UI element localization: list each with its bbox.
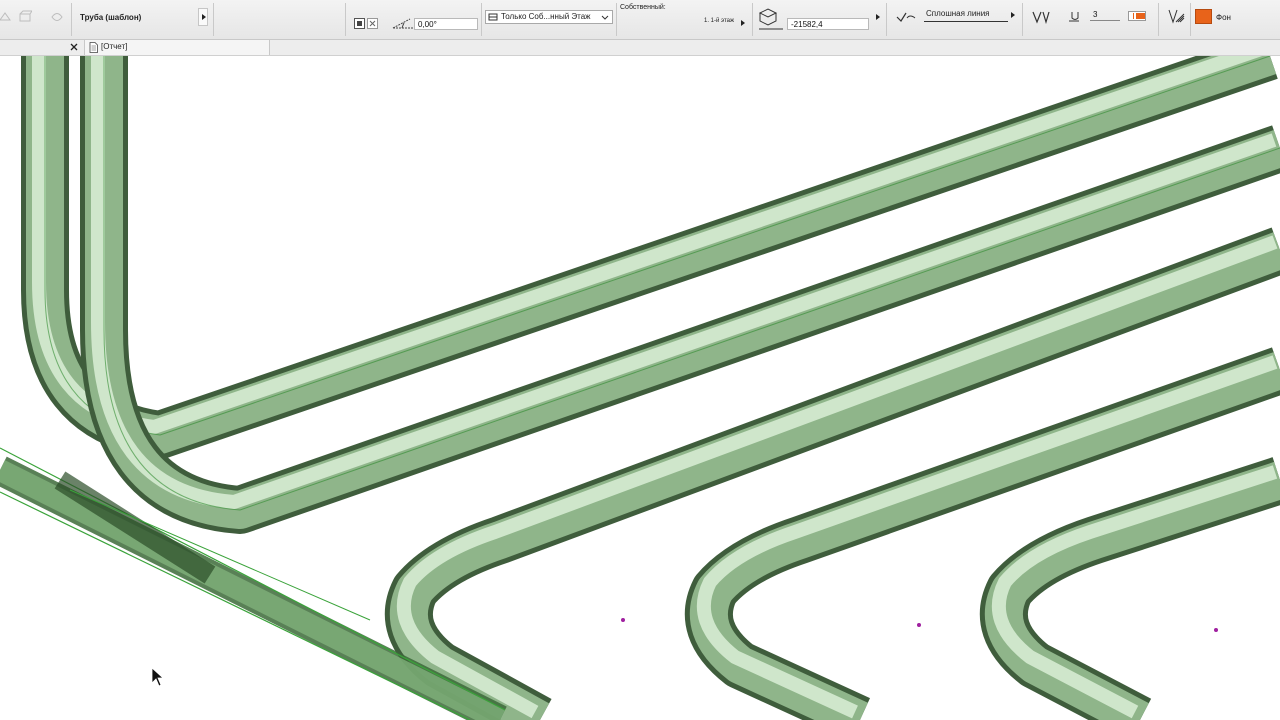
separator	[481, 3, 482, 36]
info-box-toolbar: Труба (шаблон) 0,00° Только Соб...нный Э…	[0, 0, 1280, 40]
tool-icon-1[interactable]	[0, 10, 12, 24]
expand-arrow-icon	[202, 14, 206, 20]
pen-color-fill	[1136, 13, 1145, 19]
tab-report[interactable]: [Отчет]	[84, 40, 270, 55]
chevron-down-icon	[601, 15, 609, 20]
separator	[345, 3, 346, 36]
tab-bar: [Отчет]	[0, 40, 1280, 56]
pen-color-divider	[1133, 13, 1134, 19]
separator	[71, 3, 72, 36]
separator	[1158, 3, 1159, 36]
fill-icon[interactable]	[1166, 8, 1186, 26]
box-icon	[357, 21, 362, 26]
hotspot-marker[interactable]	[1214, 628, 1218, 632]
surface-pen-icon	[1069, 12, 1079, 22]
tool-icon-2[interactable]	[18, 10, 32, 24]
separator	[616, 3, 617, 36]
pen-number-field[interactable]: 3	[1090, 9, 1120, 21]
separator	[213, 3, 214, 36]
separator	[1190, 3, 1191, 36]
3d-viewport[interactable]	[0, 56, 1280, 720]
line-preview	[924, 21, 1008, 22]
pen-color-swatch[interactable]	[1128, 11, 1146, 21]
elevation-icon	[758, 8, 783, 30]
story-arrow-icon[interactable]	[741, 20, 745, 26]
line-type-value: Сплошная линия	[926, 9, 990, 18]
separator	[1022, 3, 1023, 36]
cross-box-icon	[369, 20, 376, 27]
element-settings-button[interactable]	[198, 8, 208, 26]
story-value: 1. 1-й этаж	[704, 18, 734, 24]
tab-report-label: [Отчет]	[101, 42, 128, 51]
floor-filter-value: Только Соб...нный Этаж	[501, 12, 591, 21]
elevation-arrow-icon[interactable]	[876, 14, 880, 20]
tool-icon-3[interactable]	[50, 10, 64, 24]
hotspot-marker[interactable]	[917, 623, 921, 627]
floor-plan-icon	[488, 13, 498, 21]
elevation-field[interactable]: -21582,4	[787, 18, 869, 30]
angle-field[interactable]: 0,00°	[414, 18, 478, 30]
separator	[886, 3, 887, 36]
pipe-network[interactable]	[0, 56, 1280, 720]
floor-filter-dropdown[interactable]: Только Соб...нный Этаж	[485, 10, 613, 24]
pen-icon[interactable]	[1032, 10, 1050, 24]
line-type-dropdown[interactable]: Сплошная линия	[922, 7, 1018, 25]
close-icon	[70, 43, 78, 51]
hotspot-marker[interactable]	[621, 618, 625, 622]
background-color-swatch[interactable]	[1195, 9, 1212, 24]
geometry-method-button-1[interactable]	[354, 18, 365, 29]
line-type-icon[interactable]	[896, 10, 916, 24]
mouse-cursor-icon	[151, 667, 165, 687]
own-story-label: Собственный:	[620, 4, 666, 11]
geometry-method-button-2[interactable]	[367, 18, 378, 29]
pipe-segment[interactable]	[979, 457, 1280, 720]
separator	[752, 3, 753, 36]
angle-icon	[392, 18, 413, 29]
element-name-label: Труба (шаблон)	[80, 13, 142, 22]
background-label: Фон	[1216, 13, 1231, 22]
document-icon	[89, 42, 98, 53]
line-type-arrow-icon	[1011, 12, 1015, 18]
close-tab-button[interactable]	[68, 40, 80, 54]
